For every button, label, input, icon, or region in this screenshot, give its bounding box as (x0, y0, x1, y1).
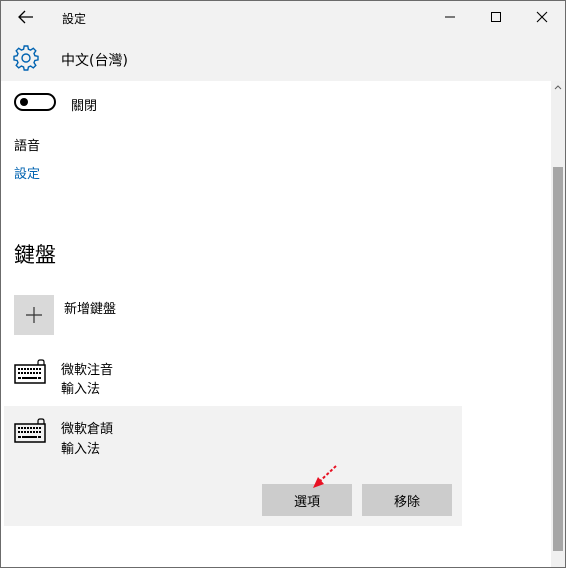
back-button[interactable] (15, 7, 37, 27)
speech-heading: 語音 (14, 139, 41, 154)
close-icon (536, 11, 548, 23)
keyboard-icon (14, 418, 46, 443)
plus-icon (26, 307, 42, 323)
keyboard-item[interactable]: 微軟注音 輸入法 (4, 349, 462, 405)
minimize-icon (445, 16, 455, 18)
vertical-scrollbar[interactable] (551, 81, 565, 567)
toggle-knob (20, 98, 28, 106)
close-button[interactable] (519, 1, 565, 33)
maximize-icon (491, 12, 501, 22)
minimize-button[interactable] (427, 1, 473, 33)
page-header: 中文(台灣) (1, 33, 565, 81)
remove-button[interactable]: 移除 (362, 484, 452, 516)
window-title: 設定 (62, 12, 87, 26)
scroll-up-button[interactable] (551, 81, 565, 93)
keyboard-type: 輸入法 (61, 442, 101, 457)
toggle-label: 關閉 (71, 99, 98, 114)
gear-icon (13, 45, 39, 71)
title-bar: 設定 (1, 1, 565, 33)
add-keyboard-button[interactable] (14, 295, 54, 335)
speech-settings-link[interactable]: 設定 (14, 163, 40, 182)
settings-window: 設定 中文(台灣) 關閉 語音 設定 鍵盤 新增鍵盤 微軟注音 輸入法 微軟倉頡… (0, 0, 566, 568)
keyboard-name: 微軟倉頡 (61, 422, 114, 437)
maximize-button[interactable] (473, 1, 519, 33)
chevron-up-icon (554, 85, 562, 90)
keyboard-icon (14, 359, 46, 384)
keyboard-section-heading: 鍵盤 (14, 243, 56, 267)
scrollbar-thumb[interactable] (553, 167, 563, 551)
back-arrow-icon (18, 10, 33, 24)
keyboard-name: 微軟注音 (61, 363, 114, 378)
options-button[interactable]: 選項 (262, 484, 352, 516)
language-toggle[interactable] (14, 93, 56, 111)
page-title: 中文(台灣) (61, 53, 128, 69)
keyboard-type: 輸入法 (61, 382, 101, 397)
add-keyboard-label[interactable]: 新增鍵盤 (64, 298, 116, 317)
settings-content: 關閉 語音 設定 鍵盤 新增鍵盤 微軟注音 輸入法 微軟倉頡 輸入法 選項 移除 (1, 81, 551, 567)
keyboard-item-selected[interactable]: 微軟倉頡 輸入法 選項 移除 (4, 406, 462, 526)
